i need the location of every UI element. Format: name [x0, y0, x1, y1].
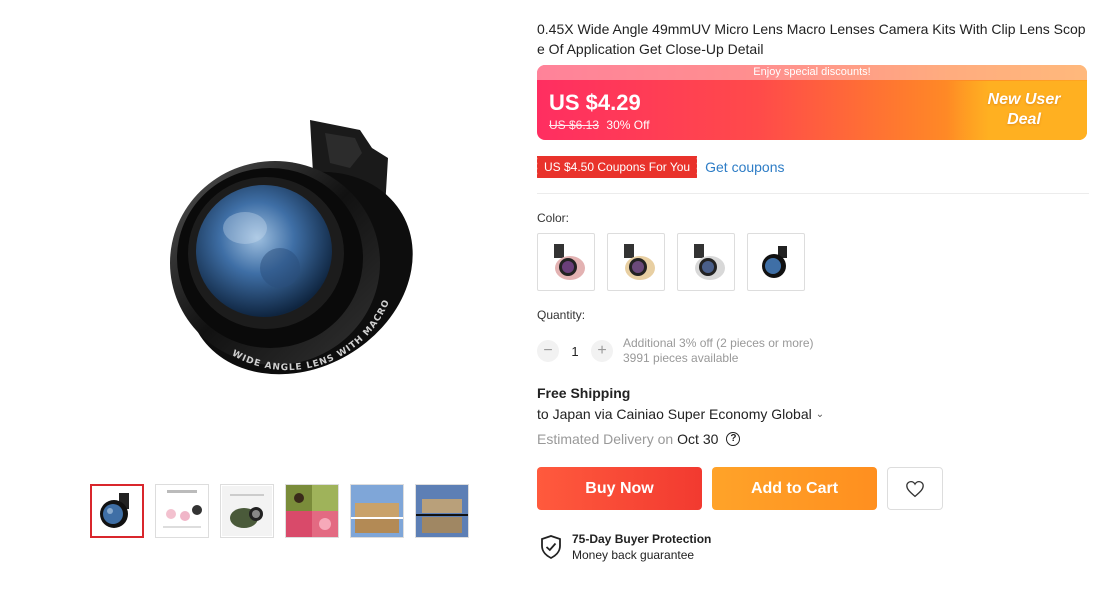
discount-strip: Enjoy special discounts!	[537, 65, 1087, 80]
protection-title: 75-Day Buyer Protection	[572, 532, 712, 546]
add-to-cart-button[interactable]: Add to Cart	[712, 467, 877, 510]
shipping-title: Free Shipping	[537, 385, 631, 401]
shipping-route[interactable]: to Japan via Cainiao Super Economy Globa…	[537, 406, 812, 422]
divider	[537, 193, 1089, 194]
current-price: US $4.29	[549, 90, 641, 115]
main-product-image[interactable]: WIDE ANGLE LENS WITH MACRO	[150, 108, 440, 388]
color-option-rose-gold[interactable]	[537, 233, 595, 291]
buy-now-button[interactable]: Buy Now	[537, 467, 702, 510]
quantity-increase-button[interactable]: +	[591, 340, 613, 362]
quantity-label: Quantity:	[537, 308, 586, 322]
thumbnail-macro-flowers[interactable]	[285, 484, 339, 538]
thumbnail-clip-on-phone[interactable]	[220, 484, 274, 538]
thumbnail-lens-black[interactable]	[90, 484, 144, 538]
color-label: Color:	[537, 211, 570, 225]
original-price-row: US $6.13 30% Off	[549, 118, 650, 132]
original-price: US $6.13	[549, 118, 600, 132]
product-title: 0.45X Wide Angle 49mmUV Micro Lens Macro…	[537, 21, 1086, 57]
chevron-down-icon[interactable]: ⌄	[816, 409, 824, 420]
heart-icon	[906, 480, 924, 497]
coupon-tag[interactable]: US $4.50 Coupons For You	[534, 156, 698, 178]
quantity-value[interactable]: 1	[559, 344, 591, 359]
price-banner: Enjoy special discounts! US $4.29 US $6.…	[537, 65, 1087, 140]
quantity-info: Additional 3% off (2 pieces or more) 399…	[623, 336, 814, 366]
quantity-stepper: − 1 + Additional 3% off (2 pieces or mor…	[537, 336, 814, 366]
discount-percent: 30% Off	[606, 118, 650, 132]
protection-subtitle: Money back guarantee	[572, 548, 695, 562]
thumbnail-buildings-wide[interactable]	[350, 484, 404, 538]
thumbnail-strip	[90, 484, 469, 538]
deal-line-1: New User	[987, 91, 1061, 108]
quantity-decrease-button[interactable]: −	[537, 340, 559, 362]
get-coupons-link[interactable]: Get coupons	[705, 159, 784, 175]
protection-text: 75-Day Buyer Protection Money back guara…	[572, 531, 711, 563]
coupon-row: US $4.50 Coupons For You Get coupons	[534, 156, 785, 178]
estimated-delivery-label: Estimated Delivery on	[537, 431, 674, 447]
shipping-method[interactable]: to Japan via Cainiao Super Economy Globa…	[537, 406, 824, 422]
thumbnail-castle-wide[interactable]	[415, 484, 469, 538]
bulk-discount-note: Additional 3% off (2 pieces or more)	[623, 336, 814, 350]
color-option-silver[interactable]	[677, 233, 735, 291]
wishlist-button[interactable]	[887, 467, 943, 510]
stock-available: 3991 pieces available	[623, 351, 739, 365]
new-user-deal-text: New User Deal	[979, 90, 1069, 130]
buyer-protection: 75-Day Buyer Protection Money back guara…	[540, 531, 711, 563]
thumbnail-infographic[interactable]	[155, 484, 209, 538]
estimated-delivery: Estimated Delivery on Oct 30 ?	[537, 431, 741, 447]
help-icon[interactable]: ?	[726, 432, 741, 446]
color-option-black[interactable]	[747, 233, 805, 291]
color-swatches	[537, 233, 805, 291]
estimated-delivery-date: Oct 30	[677, 431, 719, 447]
shield-check-icon	[541, 535, 561, 559]
color-option-gold[interactable]	[607, 233, 665, 291]
deal-line-2: Deal	[1007, 111, 1041, 128]
